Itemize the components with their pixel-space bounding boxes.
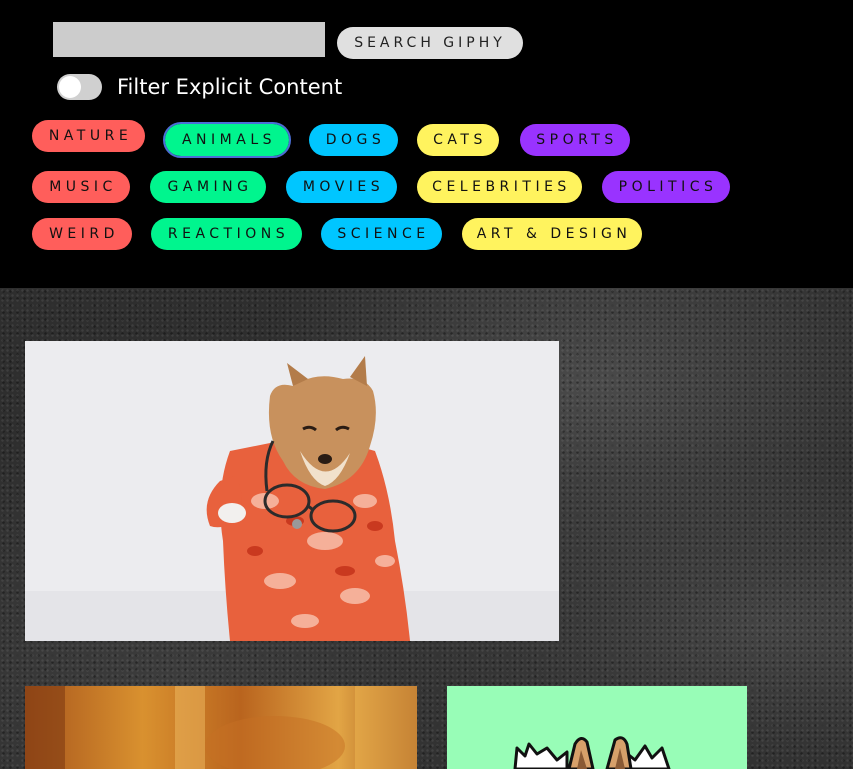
gif-result-warm-scene[interactable]: [25, 686, 417, 769]
category-science[interactable]: SCIENCE: [321, 218, 442, 250]
shiba-dog-image: [25, 341, 559, 641]
category-nature[interactable]: NATURE: [32, 120, 145, 152]
category-dogs[interactable]: DOGS: [309, 124, 398, 156]
warm-scene-image: [25, 686, 417, 769]
category-politics[interactable]: POLITICS: [602, 171, 730, 203]
category-cats[interactable]: CATS: [417, 124, 499, 156]
category-art-design[interactable]: ART & DESIGN: [462, 218, 642, 250]
filter-label: Filter Explicit Content: [117, 75, 343, 99]
category-sports[interactable]: SPORTS: [520, 124, 630, 156]
gif-result-cartoon-cat[interactable]: [447, 686, 747, 769]
category-movies[interactable]: MOVIES: [286, 171, 397, 203]
gif-results-grid: [0, 288, 853, 769]
cartoon-cat-image: [447, 686, 747, 769]
toggle-knob: [59, 76, 81, 98]
category-animals[interactable]: ANIMALS: [163, 122, 291, 158]
category-gaming[interactable]: GAMING: [150, 171, 266, 203]
category-weird[interactable]: WEIRD: [32, 218, 132, 250]
search-button[interactable]: SEARCH GIPHY: [337, 27, 523, 59]
header: SEARCH GIPHY Filter Explicit Content NAT…: [0, 0, 853, 288]
gif-result-shiba-dog[interactable]: [25, 341, 559, 641]
explicit-filter-toggle[interactable]: [57, 74, 102, 100]
category-music[interactable]: MUSIC: [32, 171, 130, 203]
search-input[interactable]: [53, 22, 325, 57]
category-reactions[interactable]: REACTIONS: [151, 218, 302, 250]
category-celebrities[interactable]: CELEBRITIES: [417, 171, 582, 203]
